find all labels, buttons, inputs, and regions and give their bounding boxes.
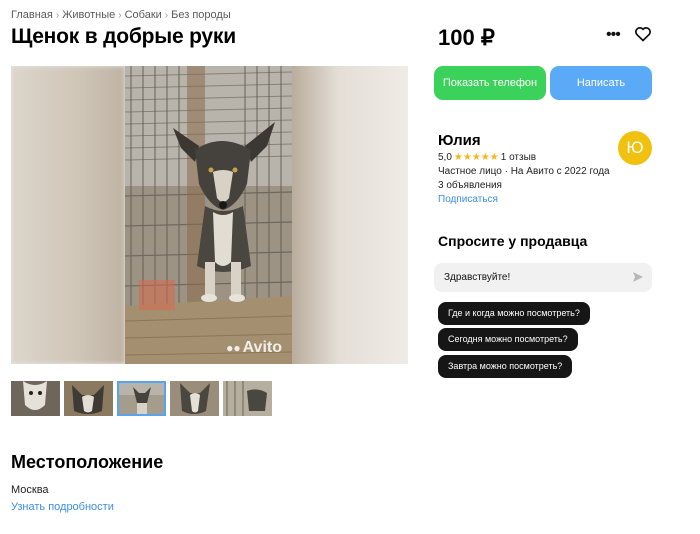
send-icon[interactable]: [632, 271, 644, 283]
dog-thumbnail-image: [223, 381, 272, 416]
thumbnail-3[interactable]: [117, 381, 166, 416]
seller-rating-row: 5,0 ★★★★★ 1 отзыв: [438, 152, 536, 163]
rating-stars-icon: ★★★★★: [453, 152, 499, 163]
breadcrumb-separator: ›: [55, 10, 60, 21]
breadcrumb-home[interactable]: Главная: [11, 9, 53, 21]
heart-icon[interactable]: [634, 26, 652, 42]
gallery-blur-right: [292, 66, 408, 364]
avito-watermark: ●● Avito: [226, 339, 282, 357]
breadcrumb-dogs[interactable]: Собаки: [125, 9, 162, 21]
location-details-link[interactable]: Узнать подробности: [11, 501, 114, 513]
thumbnail-2[interactable]: [64, 381, 113, 416]
subscribe-link[interactable]: Подписаться: [438, 194, 498, 205]
breadcrumb: Главная › Животные › Собаки › Без породы: [11, 9, 231, 21]
avatar[interactable]: Ю: [618, 131, 652, 165]
dog-thumbnail-image: [170, 381, 219, 416]
dog-thumbnail-image: [64, 381, 113, 416]
seller-type: Частное лицо · На Авито с 2022 года: [438, 166, 610, 177]
dog-photo-image: [125, 66, 292, 364]
dog-thumbnail-image: [11, 381, 60, 416]
quick-question-3[interactable]: Завтра можно посмотреть?: [438, 355, 573, 378]
photo-gallery[interactable]: ●● Avito: [11, 66, 408, 364]
breadcrumb-no-breed[interactable]: Без породы: [171, 9, 231, 21]
message-input[interactable]: [444, 263, 624, 292]
listing-title: Щенок в добрые руки: [11, 25, 236, 48]
seller-reviews[interactable]: 1 отзыв: [501, 152, 536, 163]
write-message-button[interactable]: Написать: [550, 66, 652, 100]
message-box: [434, 263, 652, 292]
watermark-text: Avito: [242, 339, 282, 356]
location-section-title: Местоположение: [11, 452, 164, 472]
thumbnail-4[interactable]: [170, 381, 219, 416]
breadcrumb-separator: ›: [164, 10, 169, 21]
thumbnail-strip: [11, 381, 272, 416]
seller-name[interactable]: Юлия: [438, 132, 481, 149]
dog-thumbnail-image: [117, 381, 166, 416]
quick-question-2[interactable]: Сегодня можно посмотреть?: [438, 328, 578, 351]
thumbnail-1[interactable]: [11, 381, 60, 416]
watermark-dots-icon: ●●: [226, 341, 241, 355]
breadcrumb-separator: ›: [118, 10, 122, 21]
quick-question-1[interactable]: Где и когда можно посмотреть?: [438, 302, 590, 325]
listing-price: 100 ₽: [438, 25, 495, 50]
show-phone-button[interactable]: Показать телефон: [434, 66, 546, 100]
ask-seller-title: Спросите у продавца: [438, 233, 588, 249]
gallery-blur-left: [11, 66, 125, 364]
thumbnail-5[interactable]: [223, 381, 272, 416]
main-photo[interactable]: ●● Avito: [125, 66, 292, 364]
location-city: Москва: [11, 484, 49, 496]
seller-ads-count[interactable]: 3 объявления: [438, 180, 502, 191]
breadcrumb-animals[interactable]: Животные: [62, 9, 115, 21]
seller-rating: 5,0: [438, 152, 452, 163]
more-dots-icon[interactable]: •••: [606, 27, 621, 43]
